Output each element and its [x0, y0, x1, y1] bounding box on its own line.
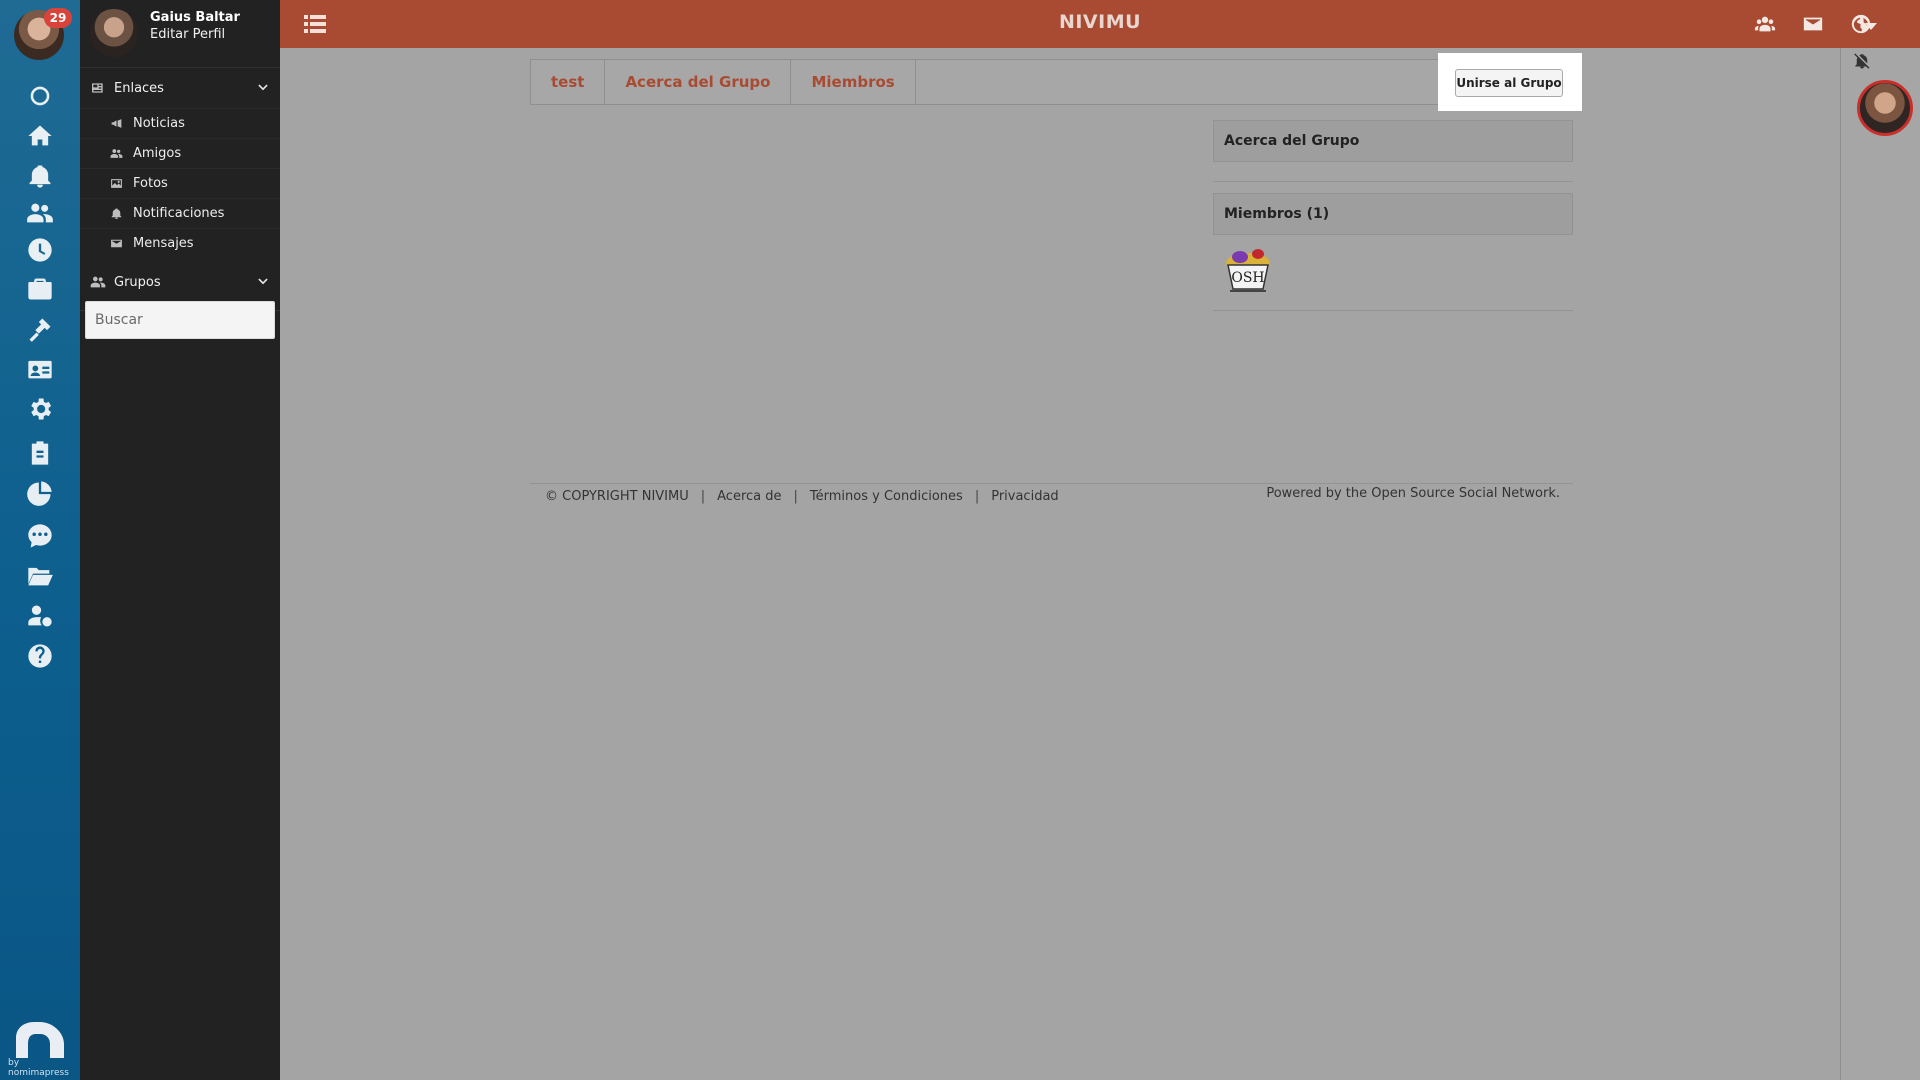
chevron-down-icon[interactable]: [256, 81, 270, 95]
friends-icon[interactable]: [1754, 13, 1776, 35]
bell-slash-icon[interactable]: [1853, 52, 1873, 72]
pie-chart-icon[interactable]: [24, 477, 56, 509]
caret-down-icon[interactable]: [1865, 23, 1877, 30]
join-group-button[interactable]: Unirse al Grupo: [1455, 69, 1563, 97]
newspaper-icon: [92, 83, 103, 93]
sidebar-item-fotos[interactable]: Fotos: [80, 168, 280, 198]
rail-logo-text: by nomimapress: [8, 1058, 69, 1078]
sidebar-item-amigos[interactable]: Amigos: [80, 138, 280, 168]
about-group-widget-title: Acerca del Grupo: [1213, 120, 1573, 162]
contact-card-icon[interactable]: [24, 353, 56, 385]
search-input[interactable]: [85, 301, 275, 339]
notification-count-badge: 29: [44, 8, 72, 28]
list-icon: [304, 15, 326, 33]
users-icon: [90, 276, 106, 288]
nomimapress-logo-icon: [16, 1022, 64, 1058]
envelope-icon[interactable]: [1802, 13, 1824, 35]
gear-icon[interactable]: [24, 393, 56, 425]
topbar-icons: [1754, 13, 1872, 35]
sidebar-item-notificaciones[interactable]: Notificaciones: [80, 198, 280, 228]
menu-toggle-button[interactable]: [304, 14, 326, 34]
tools-icon[interactable]: [24, 313, 56, 345]
sidebar-section-links[interactable]: Enlaces: [80, 68, 280, 108]
sidebar-item-label: Notificaciones: [133, 206, 225, 221]
edit-profile-link[interactable]: Editar Perfil: [150, 27, 225, 42]
bullhorn-icon: [111, 119, 122, 128]
sidebar-item-label: Mensajes: [133, 236, 194, 251]
footer-separator: |: [974, 488, 980, 504]
members-widget-title: Miembros (1): [1213, 193, 1573, 235]
sidebar-item-label: Amigos: [133, 146, 182, 161]
bell-icon: [111, 208, 122, 219]
sidebar-section-label: Enlaces: [114, 80, 164, 96]
footer-divider: [530, 483, 1573, 484]
footer-privacy-link[interactable]: Privacidad: [991, 489, 1058, 504]
sidebar-item-label: Noticias: [133, 116, 185, 131]
tab-about-group[interactable]: Acerca del Grupo: [605, 60, 792, 104]
user-dollar-icon[interactable]: [24, 600, 56, 632]
sidebar: Gaius Baltar Editar Perfil Enlaces Notic…: [80, 0, 280, 1080]
sidebar-item-mensajes[interactable]: Mensajes: [80, 228, 280, 258]
footer-links: © COPYRIGHT NIVIMU | Acerca de | Término…: [545, 486, 1059, 506]
avatar[interactable]: [90, 9, 138, 57]
sidebar-item-noticias[interactable]: Noticias: [80, 108, 280, 138]
tab-test[interactable]: test: [531, 60, 606, 104]
member-avatar[interactable]: OSH: [1222, 245, 1274, 295]
site-brand: NIVIMU: [1058, 11, 1142, 33]
chevron-down-icon[interactable]: [256, 275, 270, 289]
circle-icon[interactable]: [24, 80, 56, 112]
svg-text:OSH: OSH: [1231, 270, 1264, 286]
sidebar-section-label: Grupos: [114, 274, 161, 290]
contact-avatar[interactable]: [1857, 80, 1913, 136]
footer-terms-link[interactable]: Términos y Condiciones: [810, 489, 963, 504]
powered-by-text: Powered by the Open Source Social Networ…: [1266, 486, 1560, 501]
right-rail: [1840, 48, 1920, 1080]
image-icon: [111, 179, 122, 188]
users-icon[interactable]: [24, 197, 56, 229]
sidebar-user[interactable]: Gaius Baltar Editar Perfil: [80, 0, 280, 68]
envelope-icon: [111, 239, 122, 248]
app-icon-rail: 29 by nomimapress: [0, 0, 80, 1080]
topbar: NIVIMU: [280, 0, 1920, 48]
copyright-text: © COPYRIGHT NIVIMU: [545, 488, 689, 504]
bell-icon[interactable]: [24, 160, 56, 192]
folder-open-icon[interactable]: [24, 560, 56, 592]
users-icon: [110, 149, 123, 158]
widget-divider: [1213, 181, 1573, 182]
sidebar-section-groups[interactable]: Grupos: [80, 262, 280, 302]
widget-divider: [1213, 310, 1573, 311]
chat-icon[interactable]: [24, 520, 56, 552]
group-tabs: test Acerca del Grupo Miembros: [530, 59, 1580, 105]
clock-icon[interactable]: [24, 234, 56, 266]
footer-separator: |: [700, 488, 706, 504]
footer-about-link[interactable]: Acerca de: [717, 489, 781, 504]
clipboard-icon[interactable]: [24, 437, 56, 469]
user-name[interactable]: Gaius Baltar: [150, 10, 240, 25]
footer-separator: |: [793, 488, 798, 504]
home-icon[interactable]: [24, 120, 56, 152]
briefcase-icon[interactable]: [24, 273, 56, 305]
sidebar-item-label: Fotos: [133, 176, 168, 191]
tab-members[interactable]: Miembros: [791, 60, 916, 104]
help-icon[interactable]: [24, 640, 56, 672]
